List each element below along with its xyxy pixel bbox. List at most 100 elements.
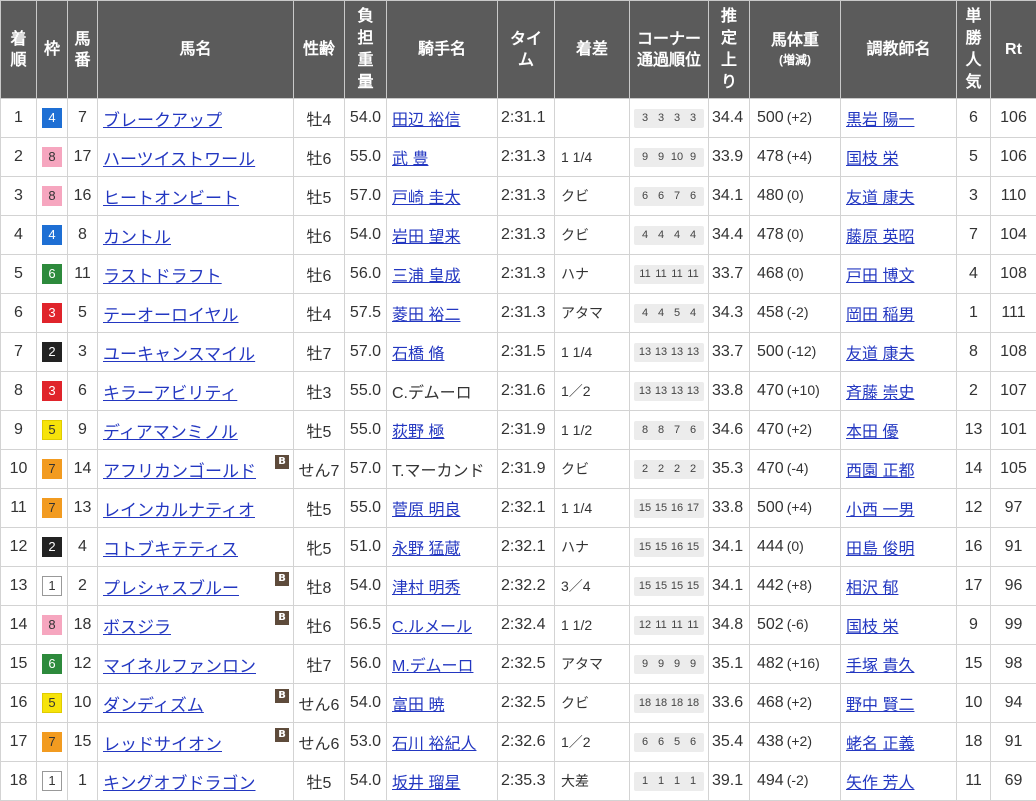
cell-weight-carried: 55.0 (344, 371, 387, 411)
horse-name-link[interactable]: マイネルファンロン (103, 657, 256, 676)
cell-horse-name: ボスジラ B (97, 605, 294, 645)
body-weight-value: 500 (757, 343, 784, 360)
cell-weight-carried: 54.0 (344, 98, 387, 138)
body-weight-value: 470 (757, 460, 784, 477)
trainer-link[interactable]: 本田 優 (846, 424, 898, 441)
cell-time: 2:31.3 (497, 215, 555, 255)
cell-horse-name: ラストドラフト (97, 254, 294, 294)
jockey-link[interactable]: 菅原 明良 (392, 502, 460, 519)
corner-position: 13 (638, 345, 652, 358)
jockey-link[interactable]: 津村 明秀 (392, 580, 460, 597)
jockey-link[interactable]: 戸崎 圭太 (392, 190, 460, 207)
trainer-link[interactable]: 友道 康夫 (846, 346, 914, 363)
cell-popularity: 13 (956, 410, 991, 450)
cell-margin: 1 1/2 (554, 605, 630, 645)
cell-margin: アタマ (554, 644, 630, 684)
jockey-link[interactable]: 坂井 瑠星 (392, 775, 460, 792)
jockey-link[interactable]: 富田 暁 (392, 697, 444, 714)
jockey-link[interactable]: 岩田 望来 (392, 229, 460, 246)
cell-last-3f: 34.1 (708, 566, 750, 606)
jockey-link[interactable]: 菱田 裕二 (392, 307, 460, 324)
corner-position: 3 (673, 111, 681, 124)
horse-name-link[interactable]: テーオーロイヤル (103, 306, 239, 325)
jockey-link[interactable]: 荻野 極 (392, 424, 444, 441)
cell-corner-positions: 11 11 11 11 (629, 254, 709, 294)
trainer-link[interactable]: 国枝 栄 (846, 151, 898, 168)
cell-weight-carried: 53.0 (344, 722, 387, 762)
trainer-link[interactable]: 岡田 稲男 (846, 307, 914, 324)
trainer-link[interactable]: 野中 賢二 (846, 697, 914, 714)
cell-weight-carried: 56.5 (344, 605, 387, 645)
corner-position: 13 (654, 384, 668, 397)
waku-badge: 5 (42, 420, 62, 440)
trainer-link[interactable]: 蛯名 正義 (846, 736, 914, 753)
horse-name-link[interactable]: キラーアビリティ (103, 384, 237, 403)
corner-position: 4 (641, 228, 649, 241)
body-weight-diff: (0) (786, 265, 804, 281)
trainer-link[interactable]: 相沢 郁 (846, 580, 898, 597)
jockey-link[interactable]: 田辺 裕信 (392, 112, 460, 129)
trainer-link[interactable]: 矢作 芳人 (846, 775, 914, 792)
corner-position: 9 (673, 657, 681, 670)
trainer-link[interactable]: 西園 正都 (846, 463, 914, 480)
trainer-link[interactable]: 斉藤 崇史 (846, 385, 914, 402)
trainer-link[interactable]: 黒岩 陽一 (846, 112, 914, 129)
cell-waku: 8 (36, 176, 68, 216)
horse-name-link[interactable]: ラストドラフト (103, 267, 222, 286)
cell-rating: 108 (990, 254, 1036, 294)
cell-margin (554, 98, 630, 138)
trainer-link[interactable]: 友道 康夫 (846, 190, 914, 207)
waku-badge: 5 (42, 693, 62, 713)
horse-name-link[interactable]: ボスジラ (103, 618, 171, 637)
cell-rating: 69 (990, 761, 1036, 801)
horse-name-link[interactable]: ブレークアップ (103, 111, 222, 130)
horse-name-link[interactable]: コトブキテティス (103, 540, 238, 559)
jockey-link[interactable]: 石橋 脩 (392, 346, 444, 363)
cell-rating: 105 (990, 449, 1036, 489)
corner-positions: 11 11 11 11 (634, 264, 704, 284)
horse-name-link[interactable]: カントル (103, 228, 171, 247)
cell-sex-age: 牡8 (293, 566, 345, 606)
jockey-link[interactable]: 永野 猛蔵 (392, 541, 460, 558)
jockey-link[interactable]: C.ルメール (392, 619, 472, 636)
horse-name-link[interactable]: ハーツイストワール (103, 150, 255, 169)
trainer-link[interactable]: 戸田 博文 (846, 268, 914, 285)
cell-time: 2:32.1 (497, 488, 555, 528)
corner-position: 15 (654, 540, 668, 553)
corner-positions: 9 9 10 9 (634, 147, 704, 167)
corner-position: 9 (689, 657, 697, 670)
cell-sex-age: 牡6 (293, 215, 345, 255)
cell-rank: 11 (0, 488, 37, 528)
horse-name-link[interactable]: レッドサイオン (103, 735, 222, 754)
horse-name-link[interactable]: アフリカンゴールド (103, 462, 256, 481)
corner-position: 2 (689, 462, 697, 475)
horse-name-link[interactable]: レインカルナティオ (103, 501, 255, 520)
cell-weight-carried: 57.0 (344, 176, 387, 216)
horse-name-link[interactable]: ダンディズム (103, 696, 204, 715)
waku-badge: 2 (42, 342, 62, 362)
horse-name-link[interactable]: ディアマンミノル (103, 423, 238, 442)
cell-horse-number: 2 (67, 566, 98, 606)
cell-rating: 91 (990, 527, 1036, 567)
jockey-link[interactable]: 武 豊 (392, 151, 428, 168)
body-weight-diff: (-6) (786, 616, 809, 632)
trainer-link[interactable]: 小西 一男 (846, 502, 914, 519)
trainer-link[interactable]: 藤原 英昭 (846, 229, 914, 246)
corner-position: 13 (686, 345, 700, 358)
body-weight-value: 438 (757, 733, 784, 750)
blinker-icon: B (275, 689, 289, 703)
horse-name-link[interactable]: プレシャスブルー (103, 579, 239, 598)
trainer-link[interactable]: 手塚 貴久 (846, 658, 914, 675)
trainer-link[interactable]: 田島 俊明 (846, 541, 914, 558)
cell-corner-positions: 9 9 10 9 (629, 137, 709, 177)
cell-jockey: 石橋 脩 (386, 332, 498, 372)
jockey-link[interactable]: 三浦 皇成 (392, 268, 460, 285)
horse-name-link[interactable]: ユーキャンスマイル (103, 345, 255, 364)
horse-name-link[interactable]: キングオブドラゴン (103, 774, 256, 793)
jockey-link[interactable]: 石川 裕紀人 (392, 736, 476, 753)
horse-name-link[interactable]: ヒートオンビート (103, 189, 239, 208)
corner-position: 11 (655, 267, 667, 280)
jockey-link[interactable]: M.デムーロ (392, 658, 473, 675)
cell-horse-number: 18 (67, 605, 98, 645)
trainer-link[interactable]: 国枝 栄 (846, 619, 898, 636)
